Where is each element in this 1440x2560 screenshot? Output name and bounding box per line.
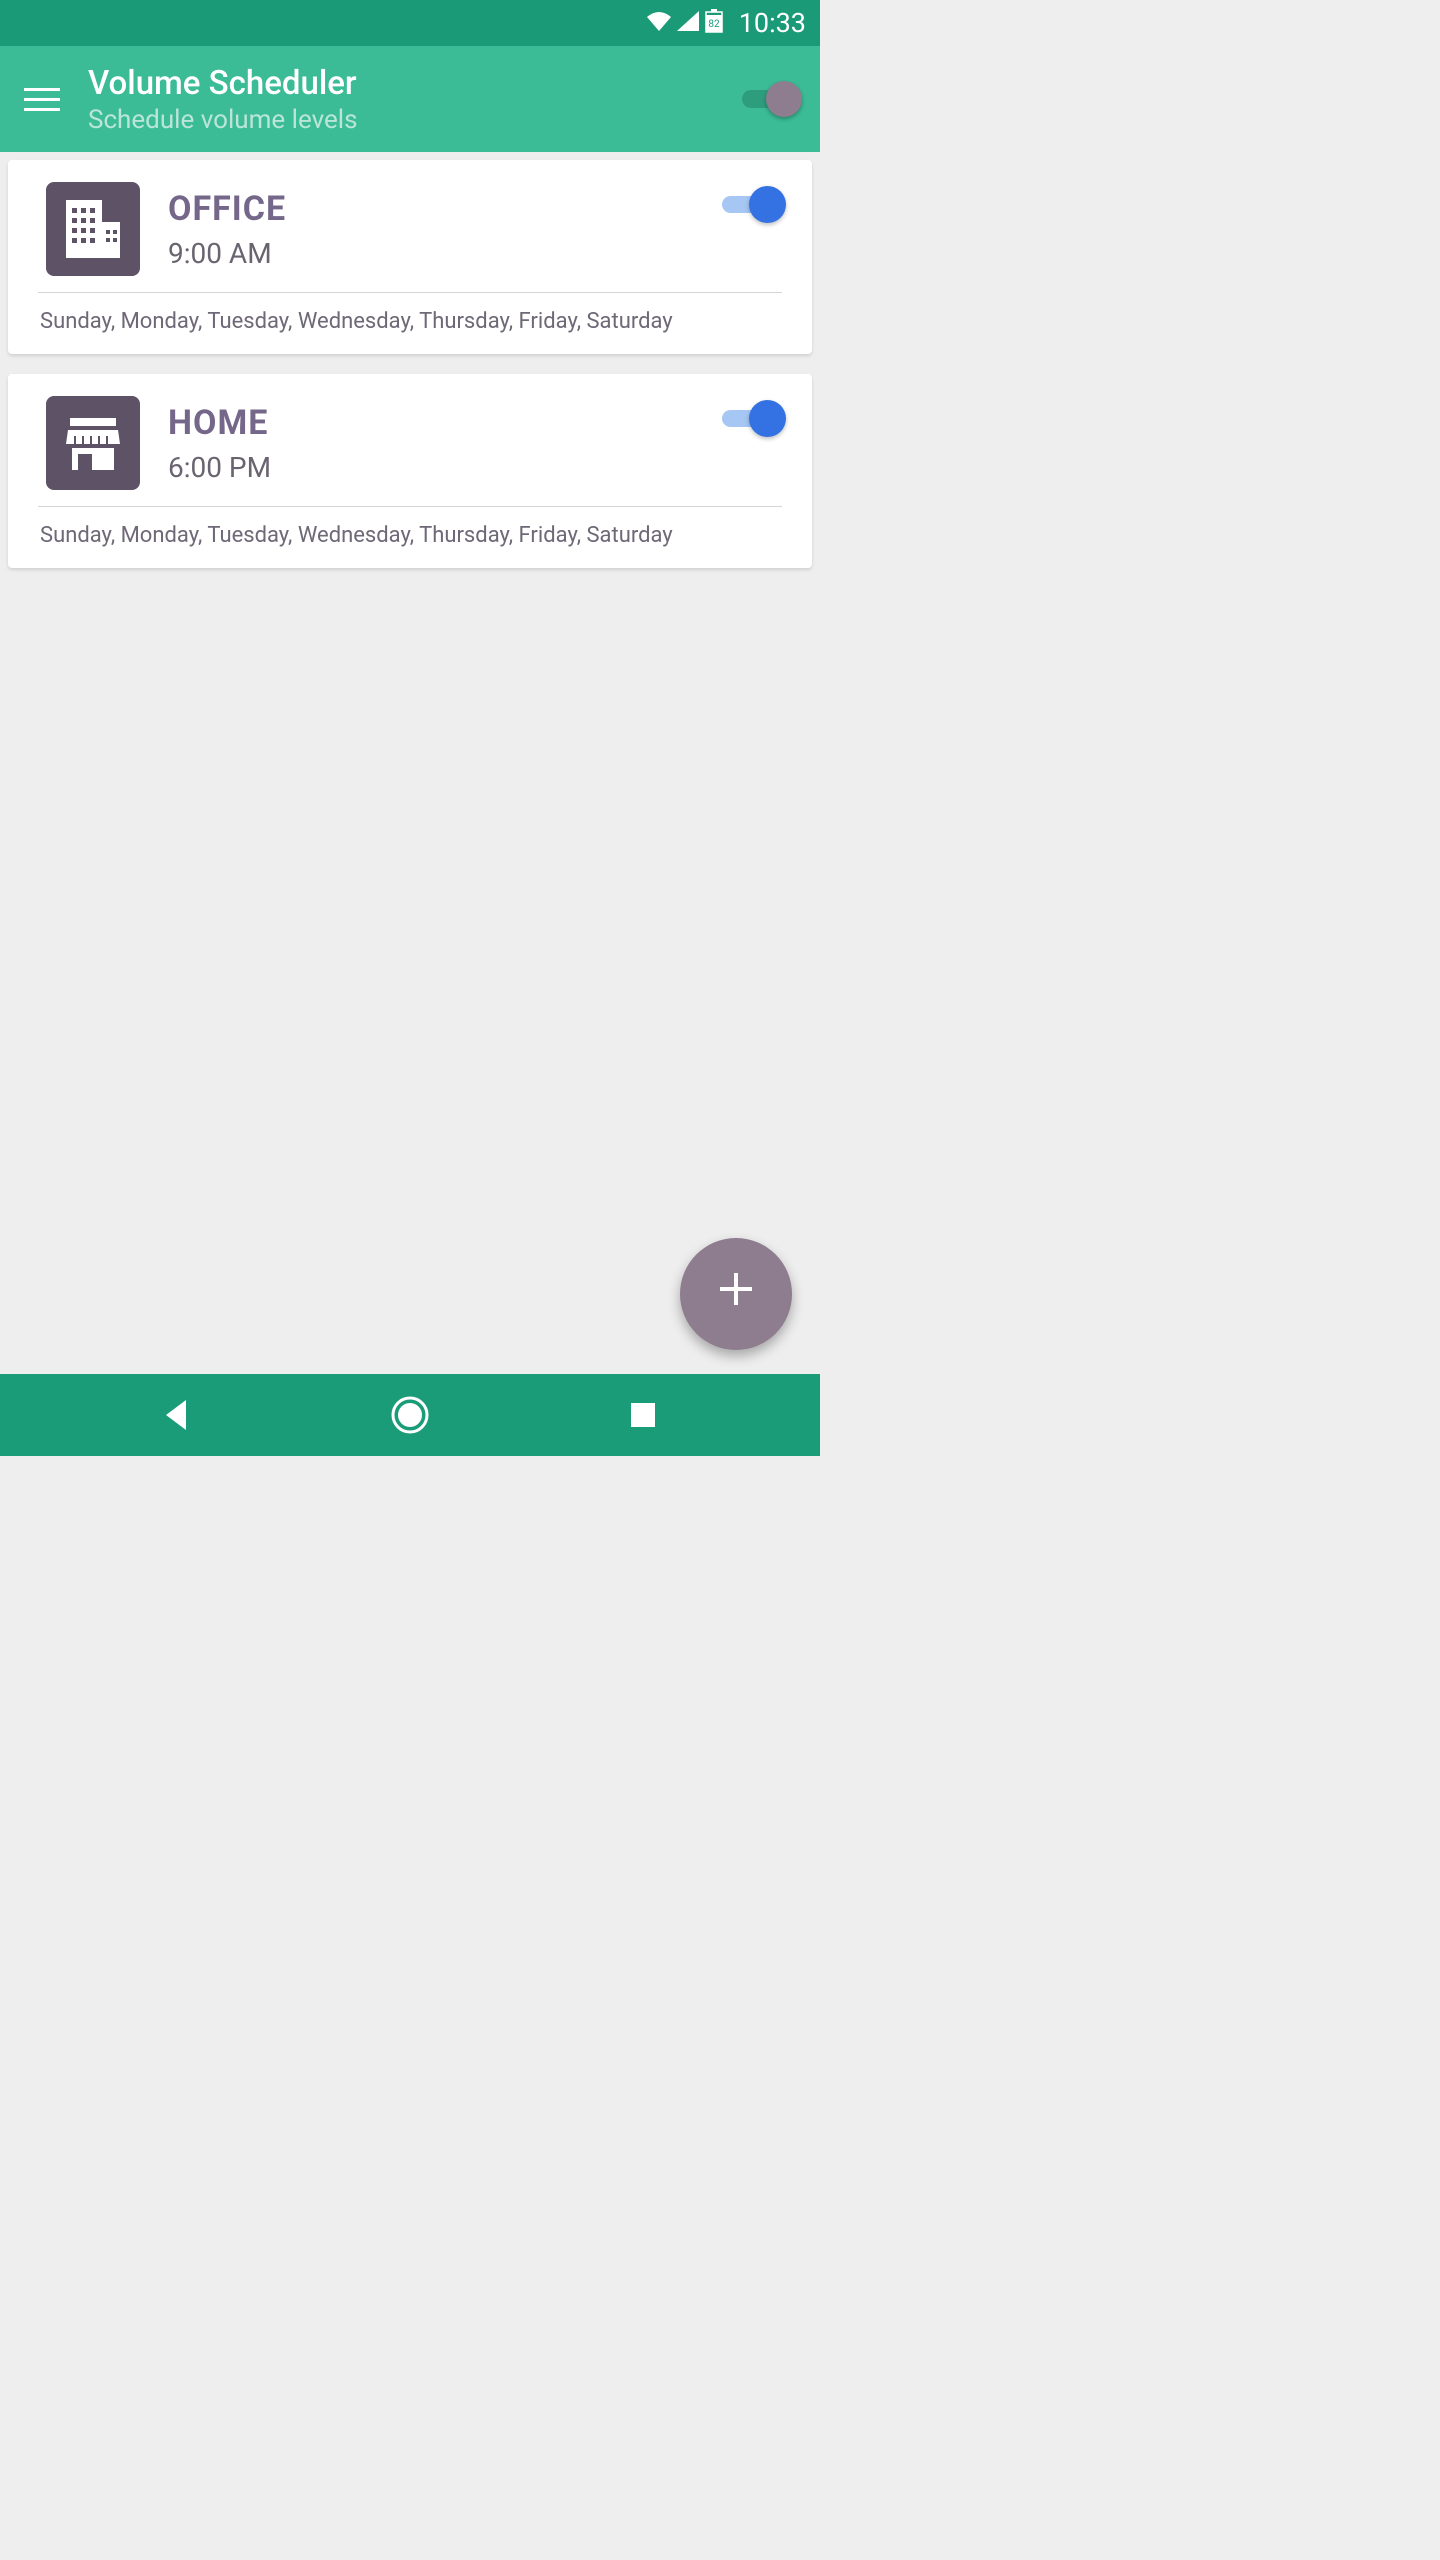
schedule-title: OFFICE <box>168 189 694 229</box>
schedule-time: 6:00 PM <box>168 451 694 484</box>
plus-icon <box>714 1266 758 1323</box>
building-icon <box>46 182 140 276</box>
nav-home-button[interactable] <box>370 1390 450 1440</box>
status-bar: 82 10:33 <box>0 0 820 46</box>
app-title-block: Volume Scheduler Schedule volume levels <box>88 64 742 135</box>
store-icon <box>46 396 140 490</box>
divider <box>38 292 782 293</box>
menu-icon[interactable] <box>16 75 64 123</box>
card-header: HOME 6:00 PM <box>38 396 782 490</box>
card-header: OFFICE 9:00 AM <box>38 182 782 276</box>
wifi-icon <box>647 11 671 35</box>
nav-back-button[interactable] <box>137 1390 217 1440</box>
add-button[interactable] <box>680 1238 792 1350</box>
content-area: OFFICE 9:00 AM Sunday, Monday, Tuesday, … <box>0 152 820 596</box>
navigation-bar <box>0 1374 820 1456</box>
divider <box>38 506 782 507</box>
signal-icon <box>677 11 699 35</box>
card-text: OFFICE 9:00 AM <box>168 189 694 270</box>
master-toggle[interactable] <box>742 81 798 117</box>
schedule-time: 9:00 AM <box>168 237 694 270</box>
svg-text:82: 82 <box>708 19 720 30</box>
battery-icon: 82 <box>705 9 723 37</box>
nav-recent-button[interactable] <box>603 1390 683 1440</box>
status-time: 10:33 <box>739 7 806 39</box>
schedule-days: Sunday, Monday, Tuesday, Wednesday, Thur… <box>38 523 782 548</box>
app-subtitle: Schedule volume levels <box>88 105 742 135</box>
schedule-card[interactable]: OFFICE 9:00 AM Sunday, Monday, Tuesday, … <box>8 160 812 354</box>
schedule-toggle[interactable] <box>722 186 782 222</box>
app-title: Volume Scheduler <box>88 64 742 103</box>
schedule-toggle[interactable] <box>722 400 782 436</box>
status-icons: 82 <box>647 9 723 37</box>
app-bar: Volume Scheduler Schedule volume levels <box>0 46 820 152</box>
card-text: HOME 6:00 PM <box>168 403 694 484</box>
schedule-days: Sunday, Monday, Tuesday, Wednesday, Thur… <box>38 309 782 334</box>
schedule-title: HOME <box>168 403 694 443</box>
schedule-card[interactable]: HOME 6:00 PM Sunday, Monday, Tuesday, We… <box>8 374 812 568</box>
